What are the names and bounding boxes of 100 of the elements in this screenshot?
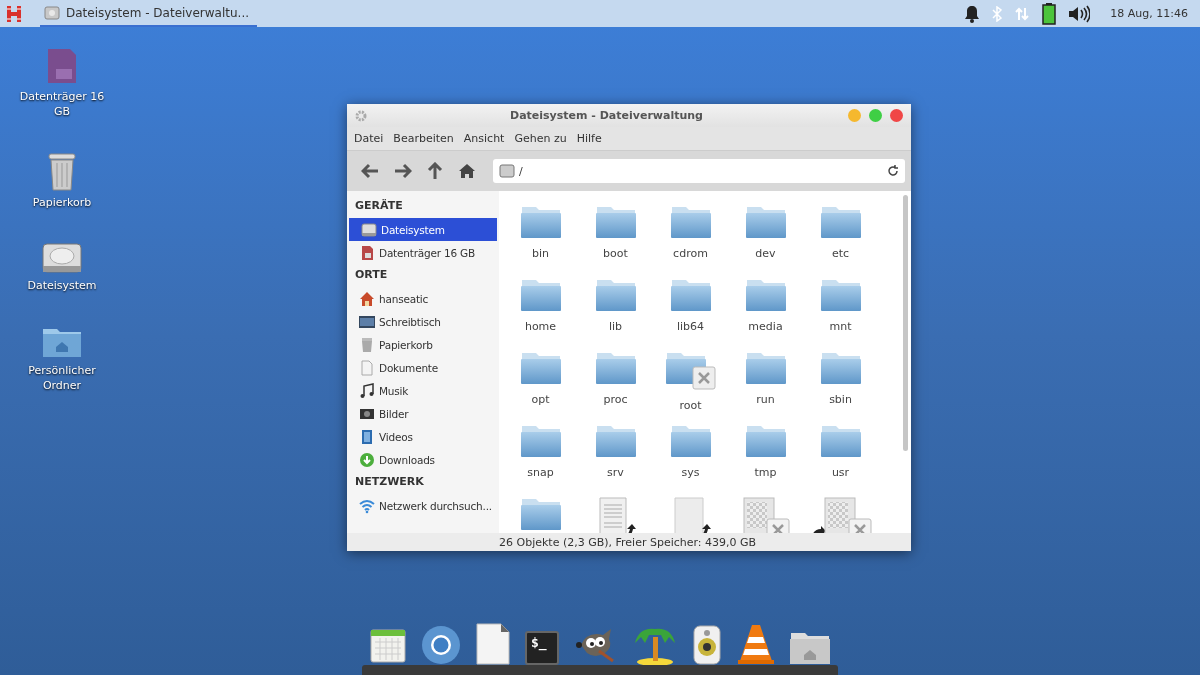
folder-icon[interactable]: [819, 205, 862, 239]
sidebar-item[interactable]: Schreibtisch: [347, 310, 499, 333]
house-icon: [359, 290, 375, 307]
sidebar-heading: ORTE: [354, 267, 389, 283]
download-icon: [359, 451, 375, 468]
wifi-icon: [359, 497, 375, 514]
folder-icon[interactable]: [819, 351, 862, 385]
calendar-icon[interactable]: [369, 627, 407, 665]
folder-icon[interactable]: [519, 497, 562, 531]
desktop-icon-label[interactable]: Persönlicher Ordner: [17, 363, 107, 393]
file-name[interactable]: opt: [531, 393, 550, 406]
file-name[interactable]: tmp: [754, 466, 777, 479]
battery-icon[interactable]: [1042, 2, 1057, 25]
file-name[interactable]: mnt: [829, 320, 852, 333]
taskbar-button[interactable]: Dateisystem - Dateiverwaltu...: [40, 0, 258, 27]
bell-icon[interactable]: [964, 4, 981, 23]
home-icon[interactable]: [458, 163, 476, 179]
folder-icon[interactable]: [594, 205, 637, 239]
path-field[interactable]: /: [493, 159, 905, 183]
reload-icon[interactable]: [887, 165, 899, 177]
sidebar-heading: GERÄTE: [354, 198, 404, 214]
desktop-icon-label[interactable]: Papierkorb: [32, 195, 92, 210]
window-title: Dateisystem - Dateiverwaltung: [509, 109, 704, 122]
scrollbar[interactable]: [903, 195, 908, 451]
volume-icon[interactable]: [1068, 4, 1091, 23]
trash-icon[interactable]: [47, 151, 77, 191]
up-icon[interactable]: [427, 162, 443, 180]
document-icon: [359, 359, 375, 376]
folder-icon[interactable]: [519, 278, 562, 312]
desktop-icon-label[interactable]: Dateisystem: [27, 278, 97, 293]
menu-item[interactable]: Ansicht: [458, 132, 510, 145]
file-name[interactable]: lib: [608, 320, 623, 333]
sidebar-item[interactable]: Downloads: [347, 448, 499, 471]
music-note-icon: [359, 382, 375, 399]
sidebar-item[interactable]: Datenträger 16 GB: [347, 241, 499, 264]
folder-icon[interactable]: [744, 278, 787, 312]
folder-icon[interactable]: [744, 424, 787, 458]
document-icon[interactable]: [475, 623, 511, 665]
file-name[interactable]: cdrom: [673, 247, 708, 260]
file-name[interactable]: snap: [527, 466, 554, 479]
sidebar-item[interactable]: Musik: [347, 379, 499, 402]
file-name[interactable]: root: [679, 399, 702, 412]
close-button[interactable]: [890, 109, 903, 122]
app-menu-icon[interactable]: [6, 4, 22, 23]
minimize-button[interactable]: [848, 109, 861, 122]
menu-item[interactable]: Datei: [349, 132, 389, 145]
terminal-icon[interactable]: $_: [525, 631, 559, 665]
sd-card-icon[interactable]: [46, 47, 78, 85]
clock[interactable]: 18 Aug, 11:46: [1110, 7, 1188, 20]
folder-icon[interactable]: [819, 278, 862, 312]
menu-item[interactable]: Gehen zu: [509, 132, 572, 145]
file-name[interactable]: home: [524, 320, 557, 333]
file-name[interactable]: sys: [681, 466, 700, 479]
sidebar-item[interactable]: Videos: [347, 425, 499, 448]
folder-icon[interactable]: [669, 205, 712, 239]
file-name[interactable]: run: [756, 393, 775, 406]
traffic-cone-icon[interactable]: [737, 623, 775, 665]
forward-icon[interactable]: [394, 163, 412, 179]
hard-drive-icon[interactable]: [41, 242, 83, 274]
trash-icon: [359, 336, 375, 353]
file-name[interactable]: dev: [755, 247, 776, 260]
folder-icon[interactable]: [669, 424, 712, 458]
home-folder-icon[interactable]: [789, 631, 831, 665]
file-name[interactable]: srv: [607, 466, 624, 479]
folder-icon[interactable]: [664, 351, 717, 391]
gear-icon[interactable]: [355, 109, 367, 122]
file-name[interactable]: etc: [831, 247, 850, 260]
sidebar-item[interactable]: Dateisystem: [349, 218, 497, 241]
folder-icon[interactable]: [519, 205, 562, 239]
speaker-icon[interactable]: [691, 625, 723, 665]
sidebar-item[interactable]: Dokumente: [347, 356, 499, 379]
file-name[interactable]: proc: [603, 393, 628, 406]
back-icon[interactable]: [361, 163, 379, 179]
menu-item[interactable]: Hilfe: [571, 132, 607, 145]
menu-item[interactable]: Bearbeiten: [388, 132, 459, 145]
file-name[interactable]: bin: [532, 247, 549, 260]
maximize-button[interactable]: [869, 109, 882, 122]
sidebar-item[interactable]: hanseatic: [347, 287, 499, 310]
sidebar-heading: NETZWERK: [354, 474, 425, 490]
folder-icon[interactable]: [669, 278, 712, 312]
browser-icon[interactable]: [421, 625, 461, 665]
folder-icon[interactable]: [744, 205, 787, 239]
folder-icon[interactable]: [594, 351, 637, 385]
file-name[interactable]: media: [748, 320, 783, 333]
file-name[interactable]: usr: [831, 466, 850, 479]
file-name[interactable]: sbin: [829, 393, 852, 406]
hard-drive-icon: [44, 4, 60, 21]
sidebar-item[interactable]: Bilder: [347, 402, 499, 425]
folder-icon[interactable]: [594, 424, 637, 458]
folder-icon[interactable]: [519, 351, 562, 385]
folder-icon[interactable]: [744, 351, 787, 385]
folder-icon[interactable]: [594, 278, 637, 312]
folder-icon[interactable]: [819, 424, 862, 458]
desktop-icon-label[interactable]: Datenträger 16 GB: [17, 89, 107, 119]
sidebar-item[interactable]: Papierkorb: [347, 333, 499, 356]
file-name[interactable]: boot: [603, 247, 628, 260]
file-name[interactable]: lib64: [676, 320, 705, 333]
folder-icon[interactable]: [519, 424, 562, 458]
film-icon: [359, 428, 375, 445]
sidebar-item[interactable]: Netzwerk durchsuch...: [347, 494, 499, 517]
